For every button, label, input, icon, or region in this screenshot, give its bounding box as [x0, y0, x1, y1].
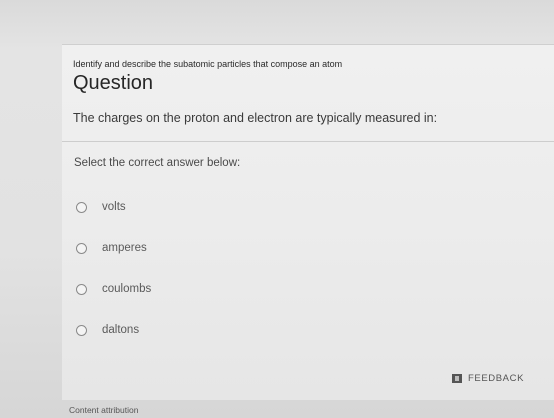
radio-button[interactable]	[76, 283, 87, 295]
option-label: coulombs	[102, 283, 152, 295]
question-text: The charges on the proton and electron a…	[73, 111, 438, 125]
feedback-button[interactable]: FEEDBACK	[452, 373, 524, 384]
answer-option-amperes[interactable]: amperes	[76, 239, 147, 257]
screen: Identify and describe the subatomic part…	[0, 0, 554, 418]
question-heading: Question	[73, 72, 154, 94]
question-card: Identify and describe the subatomic part…	[62, 44, 554, 400]
answer-option-volts[interactable]: volts	[76, 198, 126, 216]
answer-option-daltons[interactable]: daltons	[76, 321, 139, 339]
answer-option-coulombs[interactable]: coulombs	[76, 280, 151, 298]
radio-button[interactable]	[76, 201, 87, 213]
feedback-label: FEEDBACK	[468, 373, 525, 384]
content-attribution-link[interactable]: Content attribution	[69, 405, 138, 415]
option-label: volts	[102, 201, 126, 213]
radio-button[interactable]	[76, 324, 87, 336]
divider	[62, 141, 554, 142]
option-label: amperes	[102, 242, 147, 254]
option-label: daltons	[102, 324, 140, 336]
answer-prompt: Select the correct answer below:	[74, 157, 241, 169]
feedback-icon	[452, 374, 462, 383]
learning-objective: Identify and describe the subatomic part…	[73, 59, 343, 69]
radio-button[interactable]	[76, 242, 87, 254]
